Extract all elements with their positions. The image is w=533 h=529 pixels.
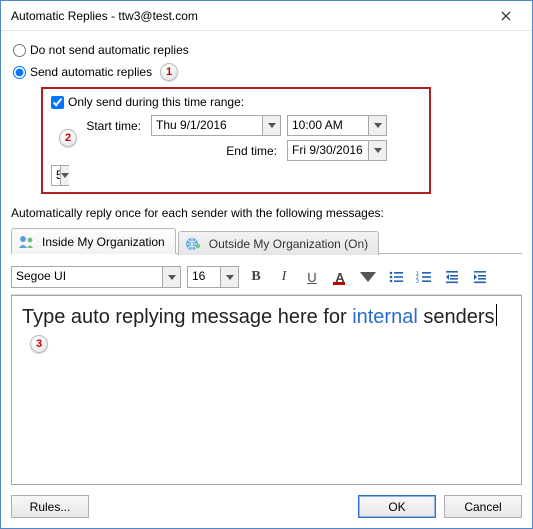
time-grid: 2 Start time: Thu 9/1/2016 10:00 AM End … bbox=[51, 115, 421, 186]
font-size-value: 16 bbox=[188, 267, 220, 287]
tabstrip: Inside My Organization Outside My Organi… bbox=[11, 228, 522, 254]
chevron-down-icon bbox=[262, 116, 280, 135]
chevron-down-icon bbox=[60, 166, 69, 185]
dialog-window: Automatic Replies - ttw3@test.com Do not… bbox=[0, 0, 533, 529]
tab-inside-label: Inside My Organization bbox=[42, 235, 165, 249]
radio-send-label: Send automatic replies bbox=[30, 65, 152, 79]
window-title: Automatic Replies - ttw3@test.com bbox=[11, 9, 486, 23]
end-date-value: Fri 9/30/2016 bbox=[288, 141, 368, 160]
font-color-button[interactable]: A bbox=[329, 266, 351, 288]
titlebar: Automatic Replies - ttw3@test.com bbox=[1, 1, 532, 31]
close-button[interactable] bbox=[486, 4, 526, 28]
underline-button[interactable]: U bbox=[301, 266, 323, 288]
end-time-label: End time: bbox=[151, 144, 281, 158]
text-cursor bbox=[496, 304, 497, 326]
start-time-label: Start time: bbox=[75, 119, 145, 133]
indent-button[interactable] bbox=[469, 266, 491, 288]
radio-send[interactable]: Send automatic replies 1 bbox=[13, 63, 522, 81]
chevron-down-icon bbox=[368, 116, 386, 135]
font-color-dropdown[interactable] bbox=[357, 266, 379, 288]
rules-button[interactable]: Rules... bbox=[11, 495, 89, 518]
outdent-icon bbox=[444, 269, 460, 285]
editor-text-2: senders bbox=[418, 306, 495, 328]
end-time-value: 5:00 PM bbox=[52, 166, 60, 185]
radio-do-not-send-input[interactable] bbox=[13, 44, 26, 57]
cancel-button[interactable]: Cancel bbox=[444, 495, 522, 518]
bullets-button[interactable] bbox=[385, 266, 407, 288]
bold-button[interactable]: B bbox=[245, 266, 267, 288]
cancel-button-label: Cancel bbox=[464, 500, 501, 514]
end-date-combo[interactable]: Fri 9/30/2016 bbox=[287, 140, 387, 161]
close-icon bbox=[501, 11, 511, 21]
globe-icon bbox=[185, 237, 203, 251]
rules-button-label: Rules... bbox=[30, 500, 71, 514]
chevron-down-icon bbox=[220, 267, 238, 287]
instruction-text: Automatically reply once for each sender… bbox=[11, 206, 522, 220]
start-time-combo[interactable]: 10:00 AM bbox=[287, 115, 387, 136]
start-date-value: Thu 9/1/2016 bbox=[152, 116, 262, 135]
chevron-down-icon bbox=[368, 141, 386, 160]
checkbox-time-range-input[interactable] bbox=[51, 96, 64, 109]
radio-send-input[interactable] bbox=[13, 66, 26, 79]
tab-inside[interactable]: Inside My Organization bbox=[11, 228, 176, 254]
editor-link: internal bbox=[352, 306, 418, 328]
indent-icon bbox=[472, 269, 488, 285]
start-date-combo[interactable]: Thu 9/1/2016 bbox=[151, 115, 281, 136]
tab-outside-label: Outside My Organization (On) bbox=[209, 237, 368, 251]
outdent-button[interactable] bbox=[441, 266, 463, 288]
chevron-down-icon bbox=[162, 267, 180, 287]
font-name-combo[interactable]: Segoe UI bbox=[11, 266, 181, 288]
time-range-box: Only send during this time range: 2 Star… bbox=[41, 87, 431, 194]
callout-1: 1 bbox=[160, 63, 178, 81]
start-time-value: 10:00 AM bbox=[288, 116, 368, 135]
numbering-icon: 123 bbox=[416, 269, 432, 285]
font-size-combo[interactable]: 16 bbox=[187, 266, 239, 288]
tab-outside[interactable]: Outside My Organization (On) bbox=[178, 231, 379, 255]
radio-do-not-send-label: Do not send automatic replies bbox=[30, 43, 189, 57]
dialog-footer: Rules... OK Cancel bbox=[11, 485, 522, 518]
dialog-body: Do not send automatic replies Send autom… bbox=[1, 31, 532, 528]
editor-text-1: Type auto replying message here for bbox=[22, 306, 352, 328]
ok-button[interactable]: OK bbox=[358, 495, 436, 518]
numbering-button[interactable]: 123 bbox=[413, 266, 435, 288]
editor-toolbar: Segoe UI 16 B I U A 123 bbox=[11, 260, 522, 295]
checkbox-time-range-label: Only send during this time range: bbox=[68, 95, 244, 109]
end-time-combo[interactable]: 5:00 PM bbox=[51, 165, 69, 186]
message-editor[interactable]: Type auto replying message here for inte… bbox=[11, 295, 522, 485]
ok-button-label: OK bbox=[388, 500, 405, 514]
bullets-icon bbox=[388, 269, 404, 285]
people-icon bbox=[18, 235, 36, 249]
svg-text:3: 3 bbox=[416, 279, 419, 285]
radio-do-not-send[interactable]: Do not send automatic replies bbox=[13, 41, 522, 59]
callout-3: 3 bbox=[30, 335, 48, 353]
italic-button[interactable]: I bbox=[273, 266, 295, 288]
checkbox-time-range[interactable]: Only send during this time range: bbox=[51, 93, 421, 111]
font-name-value: Segoe UI bbox=[12, 267, 162, 287]
